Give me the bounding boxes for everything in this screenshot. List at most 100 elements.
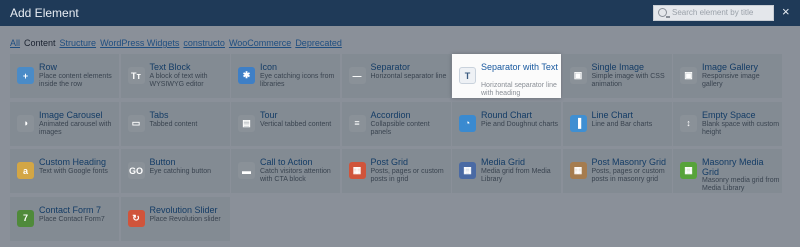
empty-space-icon: ↕ bbox=[680, 114, 697, 132]
element-tile-title: Call to Action bbox=[260, 157, 313, 167]
tour-icon: ▤ bbox=[238, 114, 255, 132]
element-tile[interactable]: ▤ Tour Vertical tabbed content bbox=[231, 101, 340, 146]
element-tile-description: Horizontal separator line with heading bbox=[481, 82, 557, 97]
element-tile-title: Masonry Media Grid bbox=[702, 157, 764, 177]
image-carousel-icon: ◑ bbox=[17, 114, 34, 132]
category-tabs: All Content Structure WordPress Widgets … bbox=[10, 38, 342, 50]
post-masonry-grid-icon: ▦ bbox=[569, 162, 587, 179]
element-tile-title: Separator bbox=[370, 62, 411, 72]
element-tile-title: Accordion bbox=[370, 109, 411, 120]
element-tile-title: Icon bbox=[260, 62, 278, 72]
accordion-icon: ≡ bbox=[348, 114, 366, 132]
modal-header: Add Element Search element by title × bbox=[0, 0, 800, 26]
element-tile-description: Eye catching button bbox=[149, 168, 212, 175]
element-tile[interactable]: ↻ Revolution Slider Place Revolution slide… bbox=[120, 196, 230, 241]
element-tile-title: Button bbox=[149, 157, 176, 167]
masonry-media-grid-icon: ▦ bbox=[680, 162, 697, 179]
element-tile[interactable]: ▬ Call to Action Catch visitors attention … bbox=[231, 149, 340, 193]
tab-woocommerce[interactable]: WooCommerce bbox=[229, 38, 291, 50]
media-grid-icon: ▦ bbox=[459, 162, 476, 179]
element-tile[interactable]: a Custom Heading Text with Google fonts bbox=[10, 149, 119, 193]
element-tile-description: Media grid from Media Library bbox=[481, 168, 551, 183]
line-chart-icon: ▐ bbox=[569, 114, 587, 132]
element-tile-description: Animated carousel with images bbox=[39, 120, 112, 136]
element-tile-title: Contact Form 7 bbox=[39, 204, 102, 215]
modal-title: Add Element bbox=[10, 6, 79, 20]
element-tile-title: Post Grid bbox=[370, 157, 409, 167]
element-tile[interactable]: ↕ Empty Space Blank space with custom heig… bbox=[673, 101, 782, 146]
button-icon: GO bbox=[127, 162, 145, 179]
element-tile[interactable]: ◔ Round Chart Pie and Doughnut charts bbox=[452, 101, 561, 146]
element-tile-title: Single Image bbox=[591, 62, 645, 72]
element-tile-title: Round Chart bbox=[481, 109, 533, 120]
element-tile-title: Custom Heading bbox=[39, 157, 107, 167]
element-tile-description: A block of text with WYSIWYG editor bbox=[149, 73, 208, 88]
element-tile-description: Blank space with custom height bbox=[702, 120, 780, 136]
tab-constructo[interactable]: constructo bbox=[183, 38, 225, 50]
single-image-icon: ▣ bbox=[569, 67, 587, 84]
element-tile-description: Pie and Doughnut charts bbox=[481, 120, 559, 128]
tab-structure[interactable]: Structure bbox=[60, 38, 97, 50]
element-tile[interactable]: ▦ Post Masonry Grid Posts, pages or custom… bbox=[562, 149, 672, 193]
element-tile-title: Line Chart bbox=[591, 109, 634, 120]
element-tile-title: Empty Space bbox=[702, 109, 756, 120]
element-tile-description: Text with Google fonts bbox=[39, 168, 108, 175]
element-tile-title: Image Carousel bbox=[39, 109, 103, 120]
element-tile-description: Simple image with CSS animation bbox=[591, 73, 665, 88]
element-tile-title: Post Masonry Grid bbox=[591, 157, 667, 167]
element-tile-description: Posts, pages or custom posts in masonry … bbox=[591, 168, 665, 183]
element-tile[interactable]: ▭ Tabs Tabbed content bbox=[120, 101, 230, 146]
tabs-icon: ▭ bbox=[127, 114, 145, 132]
element-tile[interactable]: GO Button Eye catching button bbox=[120, 149, 230, 193]
text-block-icon: Tт bbox=[127, 67, 145, 84]
element-tile-title: Tour bbox=[260, 109, 278, 120]
element-tile-description: Horizontal separator line bbox=[370, 73, 447, 80]
tab-all[interactable]: All bbox=[10, 38, 20, 50]
tab-content[interactable]: Content bbox=[24, 38, 56, 50]
element-tile-title: Separator with Text bbox=[481, 62, 558, 72]
element-tile[interactable]: T Separator with Text Horizontal separator… bbox=[452, 54, 561, 98]
element-tile[interactable]: ▦ Post Grid Posts, pages or custom posts i… bbox=[341, 149, 451, 193]
element-tile-title: Tabs bbox=[149, 109, 169, 120]
element-tile-title: Text Block bbox=[149, 62, 191, 72]
element-tile-description: Place Contact Form7 bbox=[39, 215, 105, 223]
element-tile-description: Eye catching icons from libraries bbox=[260, 73, 335, 88]
search-input[interactable]: Search element by title bbox=[653, 5, 774, 21]
element-tile-description: Masonry media grid from Media Library bbox=[702, 177, 780, 192]
element-tile-description: Place content elements inside the row bbox=[39, 73, 112, 88]
separator-icon: — bbox=[348, 67, 366, 84]
element-tile[interactable]: — Separator Horizontal separator line bbox=[341, 54, 451, 98]
close-icon[interactable]: × bbox=[782, 5, 790, 19]
separator-with-text-icon: T bbox=[459, 67, 476, 84]
call-to-action-icon: ▬ bbox=[238, 162, 255, 179]
tab-deprecated[interactable]: Deprecated bbox=[295, 38, 342, 50]
element-tile-description: Responsive image gallery bbox=[702, 73, 760, 88]
element-tile[interactable]: ▐ Line Chart Line and Bar charts bbox=[562, 101, 672, 146]
element-tile[interactable]: ▦ Masonry Media Grid Masonry media grid fr… bbox=[673, 149, 782, 193]
element-tile[interactable]: ✱ Icon Eye catching icons from libraries bbox=[231, 54, 340, 98]
element-tile[interactable]: 7 Contact Form 7 Place Contact Form7 bbox=[10, 196, 119, 241]
revolution-slider-icon: ↻ bbox=[127, 209, 145, 227]
element-tile[interactable]: ▣ Single Image Simple image with CSS anima… bbox=[562, 54, 672, 98]
tab-wordpress-widgets[interactable]: WordPress Widgets bbox=[100, 38, 179, 50]
element-tile-description: Collapsible content panels bbox=[370, 120, 430, 136]
element-tile[interactable]: ◑ Image Carousel Animated carousel with im… bbox=[10, 101, 119, 146]
post-grid-icon: ▦ bbox=[348, 162, 366, 179]
custom-heading-icon: a bbox=[17, 162, 34, 179]
round-chart-icon: ◔ bbox=[459, 114, 476, 132]
element-tile-title: Row bbox=[39, 62, 58, 72]
row-icon: + bbox=[17, 67, 34, 84]
element-tile-description: Line and Bar charts bbox=[591, 120, 653, 128]
element-tile-title: Media Grid bbox=[481, 157, 526, 167]
element-tile-description: Posts, pages or custom posts in grid bbox=[370, 168, 444, 183]
element-tile-title: Image Gallery bbox=[702, 62, 759, 72]
element-tile[interactable]: + Row Place content elements inside the ro… bbox=[10, 54, 119, 98]
element-tile[interactable]: ≡ Accordion Collapsible content panels bbox=[341, 101, 451, 146]
element-tile-description: Catch visitors attention with CTA block bbox=[260, 168, 331, 183]
search-icon bbox=[658, 8, 670, 18]
element-tile[interactable]: ▣ Image Gallery Responsive image gallery bbox=[673, 54, 782, 98]
search-placeholder: Search element by title bbox=[672, 8, 754, 17]
image-gallery-icon: ▣ bbox=[680, 67, 697, 84]
element-tile[interactable]: Tт Text Block A block of text with WYSIWYG… bbox=[120, 54, 230, 98]
element-tile[interactable]: ▦ Media Grid Media grid from Media Library bbox=[452, 149, 561, 193]
